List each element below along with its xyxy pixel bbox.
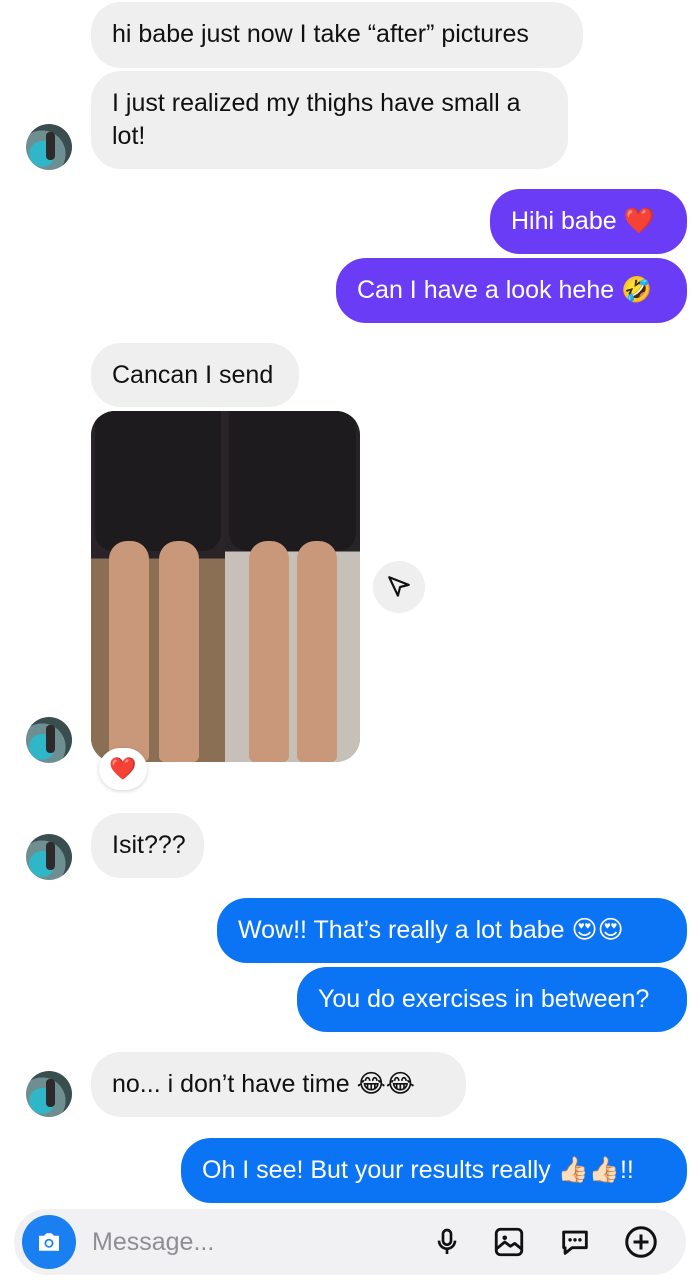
sticker-icon <box>562 1230 588 1255</box>
gallery-icon <box>494 1227 524 1257</box>
share-button[interactable] <box>373 561 425 613</box>
camera-icon <box>39 1233 59 1251</box>
plus-icon <box>625 1226 657 1258</box>
message-outgoing[interactable]: Hihi babe ❤️ <box>490 189 687 254</box>
message-incoming[interactable]: Cancan I send <box>91 343 299 407</box>
photo-before-panel <box>91 411 225 762</box>
message-text: Can I have a look hehe 🤣 <box>357 276 653 304</box>
message-outgoing[interactable]: You do exercises in between? <box>297 967 687 1032</box>
gallery-button[interactable] <box>488 1221 530 1263</box>
microphone-icon <box>437 1228 457 1254</box>
message-text: I just realized my thighs have small a l… <box>112 89 521 150</box>
more-button[interactable] <box>620 1221 662 1263</box>
message-text: You do exercises in between? <box>318 985 650 1013</box>
message-text: Cancan I send <box>112 361 274 389</box>
message-text: Isit??? <box>112 831 186 859</box>
message-outgoing[interactable]: Wow!! That’s really a lot babe 😍😍 <box>217 898 687 963</box>
message-text: Hihi babe ❤️ <box>511 207 655 235</box>
message-input[interactable] <box>92 1223 412 1261</box>
message-text: Wow!! That’s really a lot babe 😍😍 <box>238 916 624 944</box>
message-incoming[interactable]: no... i don’t have time 😂😂 <box>91 1052 466 1117</box>
sticker-button[interactable] <box>554 1221 596 1263</box>
message-text: Oh I see! But your results really 👍🏻👍🏻!! <box>202 1156 634 1184</box>
avatar[interactable] <box>26 124 72 170</box>
avatar[interactable] <box>26 717 72 763</box>
voice-button[interactable] <box>426 1221 468 1263</box>
message-outgoing[interactable]: Can I have a look hehe 🤣 <box>336 258 687 323</box>
message-incoming[interactable]: Isit??? <box>91 813 204 878</box>
message-incoming[interactable]: hi babe just now I take “after” pictures <box>91 2 583 68</box>
message-text: hi babe just now I take “after” pictures <box>112 20 529 48</box>
shared-photo[interactable] <box>91 411 360 762</box>
photo-after-panel <box>225 411 360 762</box>
avatar[interactable] <box>26 1071 72 1117</box>
heart-reaction[interactable]: ❤️ <box>99 748 147 790</box>
message-outgoing[interactable]: Oh I see! But your results really 👍🏻👍🏻!! <box>181 1138 687 1203</box>
message-incoming[interactable]: I just realized my thighs have small a l… <box>91 71 568 169</box>
heart-icon: ❤️ <box>109 756 137 781</box>
message-composer <box>14 1209 686 1275</box>
send-icon <box>388 576 410 597</box>
avatar[interactable] <box>26 834 72 880</box>
camera-button[interactable] <box>22 1215 76 1269</box>
message-text: no... i don’t have time 😂😂 <box>112 1070 416 1098</box>
